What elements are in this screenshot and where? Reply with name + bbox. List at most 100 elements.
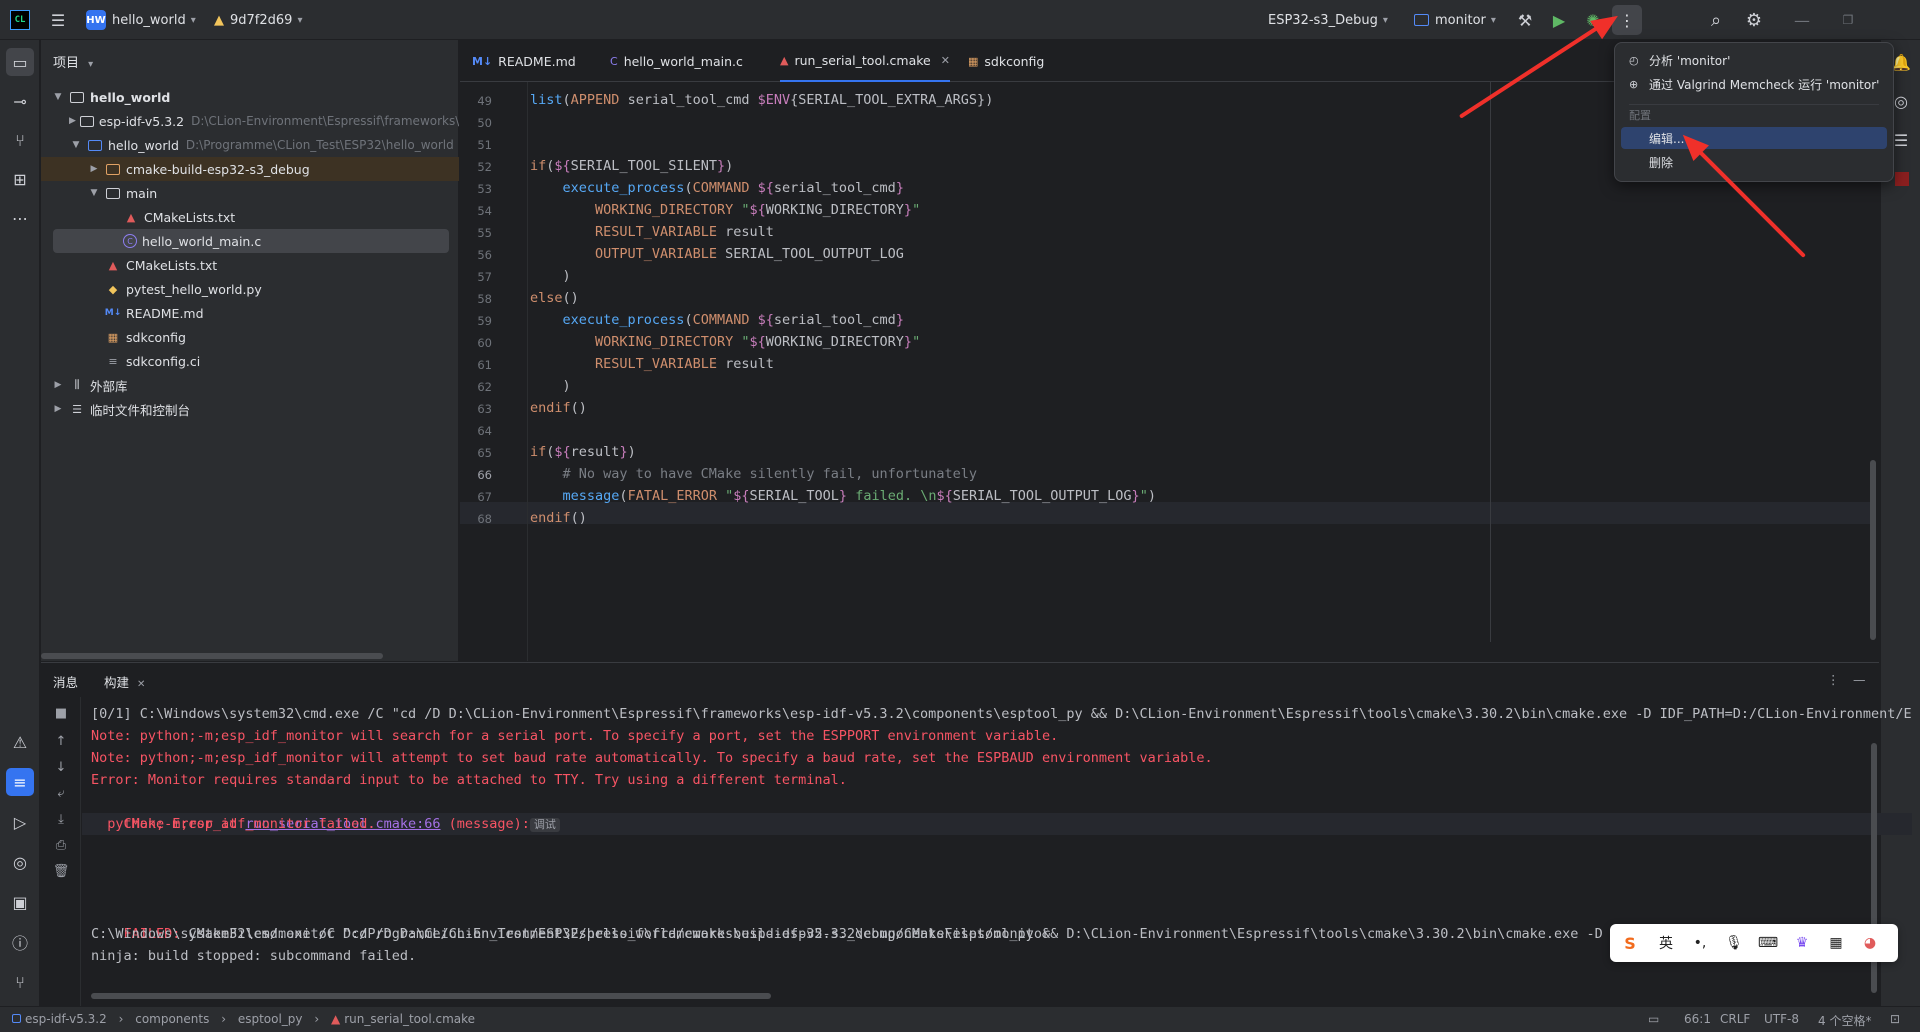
build-tabs: 消息 构建 ✕ ⋮ —: [41, 663, 1879, 697]
caret-position[interactable]: 66:1: [1684, 1012, 1711, 1026]
mascot-icon[interactable]: ◕: [1860, 934, 1880, 952]
tree-item-readme[interactable]: M↓ README.md: [41, 301, 459, 325]
run-target-selector[interactable]: ESP32-s3_Debug ▾: [1268, 0, 1388, 40]
chevron-right-icon: ▶: [69, 116, 76, 126]
tree-item-scratches[interactable]: ▶ ☰ 临时文件和控制台: [41, 397, 459, 421]
clion-logo-icon[interactable]: CL: [10, 10, 30, 30]
chevron-down-icon: ▼: [54, 92, 62, 102]
code-line: endif(): [530, 510, 587, 526]
problems-warning-icon[interactable]: ⚠: [6, 728, 34, 756]
project-panel-header[interactable]: 项目 ▾: [53, 52, 93, 71]
ime-language-toggle[interactable]: 英: [1656, 934, 1676, 952]
tree-item-cmakelists[interactable]: ▲ CMakeLists.txt: [41, 253, 459, 277]
horizontal-scrollbar[interactable]: [91, 993, 771, 999]
lock-icon[interactable]: ⊡: [1890, 1012, 1900, 1026]
tree-item-cmake-build[interactable]: ▶ cmake-build-esp32-s3_debug: [41, 157, 459, 181]
down-arrow-icon[interactable]: ↓: [53, 759, 69, 775]
git-icon[interactable]: ⑂: [6, 968, 34, 996]
breadcrumb-item[interactable]: esptool_py: [238, 1012, 303, 1026]
run-config-selector[interactable]: monitor ▾: [1414, 0, 1496, 40]
tree-item-sdkconfig[interactable]: ▦ sdkconfig: [41, 325, 459, 349]
problems-icon[interactable]: ⓘ: [6, 928, 34, 956]
breadcrumb-item[interactable]: components: [135, 1012, 209, 1026]
tab-build[interactable]: 构建 ✕: [104, 672, 145, 691]
indent-settings[interactable]: 4 个空格*: [1818, 1012, 1871, 1029]
structure-icon[interactable]: ⊞: [6, 165, 34, 193]
tree-item-pytest[interactable]: ◆ pytest_hello_world.py: [41, 277, 459, 301]
commit-icon[interactable]: ⊸: [6, 87, 34, 115]
menu-item-profile-monitor[interactable]: ◴ 分析 'monitor': [1621, 49, 1887, 71]
chevron-down-icon: ▾: [88, 59, 94, 70]
close-tab-icon[interactable]: ✕: [137, 679, 145, 690]
terminal-icon[interactable]: ▣: [6, 888, 34, 916]
toolbox-grid-icon[interactable]: ▦: [1826, 934, 1846, 952]
trash-icon[interactable]: 🗑: [53, 863, 70, 879]
soft-wrap-icon[interactable]: ⤶: [53, 785, 69, 801]
folder-icon[interactable]: ▭: [1648, 1012, 1659, 1026]
run-tool-icon[interactable]: ▷: [6, 808, 34, 836]
chevron-right-icon: ▶: [90, 164, 98, 174]
run-icon[interactable]: ▶: [1547, 8, 1571, 32]
close-tab-icon[interactable]: ✕: [941, 54, 950, 67]
minimize-icon[interactable]: —: [1790, 8, 1814, 32]
menu-item-edit-config[interactable]: 编辑...: [1621, 127, 1887, 149]
tree-item-hello-world-main-c[interactable]: C hello_world_main.c: [53, 229, 449, 253]
stop-icon[interactable]: ■: [53, 705, 69, 721]
build-output-line: Note: python;-m;esp_idf_monitor will att…: [91, 750, 1213, 766]
project-folder-icon[interactable]: ▭: [6, 48, 34, 76]
services-icon[interactable]: ◎: [6, 848, 34, 876]
tree-item-main[interactable]: ▼ main: [41, 181, 459, 205]
tree-item-esp-idf[interactable]: ▶ esp-idf-v5.3.2 D:\CLion-Environment\Es…: [41, 109, 459, 133]
keyboard-icon[interactable]: ⌨: [1758, 934, 1778, 952]
build-output-line: python;-m;esp_idf_monitor failed.: [91, 816, 376, 832]
code-line: # No way to have CMake silently fail, un…: [530, 466, 978, 482]
tab-sdkconfig[interactable]: ▦ sdkconfig: [968, 40, 1044, 82]
tree-item-hello-world-module[interactable]: ▼ hello_world D:\Programme\CLion_Test\ES…: [41, 133, 459, 157]
tree-item-sdkconfig-ci[interactable]: ≡ sdkconfig.ci: [41, 349, 459, 373]
up-arrow-icon[interactable]: ↑: [53, 733, 69, 749]
breadcrumb-item[interactable]: esp-idf-v5.3.2: [25, 1012, 107, 1026]
punctuation-icon[interactable]: •,: [1690, 934, 1710, 952]
main-menu-icon[interactable]: ☰: [46, 8, 70, 32]
build-hammer-icon[interactable]: ⚒: [1513, 8, 1537, 32]
tab-messages[interactable]: 消息: [53, 672, 78, 691]
scratches-icon: ☰: [72, 402, 82, 416]
commit-hash: 9d7f2d69: [230, 12, 293, 28]
settings-gear-icon[interactable]: ⚙: [1742, 8, 1766, 32]
build-messages-icon[interactable]: ≡: [6, 768, 34, 796]
print-icon[interactable]: ⎙: [53, 837, 69, 853]
breadcrumb-item[interactable]: run_serial_tool.cmake: [344, 1012, 475, 1026]
skin-icon[interactable]: ♛: [1792, 934, 1812, 952]
search-icon[interactable]: ⌕: [1704, 8, 1728, 32]
pull-request-icon[interactable]: ⑂: [6, 126, 34, 154]
tree-item-main-cmakelists[interactable]: ▲ CMakeLists.txt: [41, 205, 459, 229]
valgrind-icon: ⊕: [1629, 77, 1639, 91]
project-switcher[interactable]: HW hello_world ▾: [86, 0, 196, 40]
debug-badge[interactable]: 调试: [529, 818, 560, 832]
ime-toolbar: S 英 •, 🎙 ⌨ ♛ ▦ ◕: [1610, 924, 1898, 962]
file-encoding[interactable]: UTF-8: [1764, 1012, 1799, 1026]
profiler-icon: ◴: [1629, 53, 1639, 67]
scroll-to-end-icon[interactable]: ⤓: [53, 811, 69, 827]
hide-panel-icon[interactable]: —: [1853, 672, 1866, 687]
menu-item-valgrind-monitor[interactable]: ⊕ 通过 Valgrind Memcheck 运行 'monitor': [1621, 73, 1887, 95]
microphone-icon[interactable]: 🎙: [1724, 934, 1744, 952]
restore-icon[interactable]: ❐: [1836, 8, 1860, 32]
tab-readme[interactable]: M↓ README.md: [472, 40, 576, 82]
tab-run-serial-tool-cmake[interactable]: ▲ run_serial_tool.cmake ✕: [780, 40, 950, 82]
vertical-scrollbar[interactable]: [1870, 460, 1876, 640]
more-tools-icon[interactable]: ⋯: [6, 204, 34, 232]
code-line: else(): [530, 290, 579, 306]
line-ending[interactable]: CRLF: [1720, 1012, 1750, 1026]
horizontal-scrollbar[interactable]: [41, 653, 383, 659]
vcs-branch-widget[interactable]: ▲ 9d7f2d69 ▾: [214, 0, 302, 40]
excluded-folder-icon: [105, 161, 121, 177]
tab-hello-world-main-c[interactable]: C hello_world_main.c: [610, 40, 743, 82]
tree-item-hello-world-root[interactable]: ▼ hello_world: [41, 85, 459, 109]
run-target-label: ESP32-s3_Debug: [1268, 12, 1378, 28]
sogou-logo-icon[interactable]: S: [1620, 934, 1640, 953]
menu-item-delete-config[interactable]: 删除: [1621, 151, 1887, 173]
tree-item-external-libraries[interactable]: ▶ ⫼ 外部库: [41, 373, 459, 397]
cmake-file-icon: ▲: [331, 1012, 341, 1026]
more-vertical-icon[interactable]: ⋮: [1827, 672, 1840, 687]
